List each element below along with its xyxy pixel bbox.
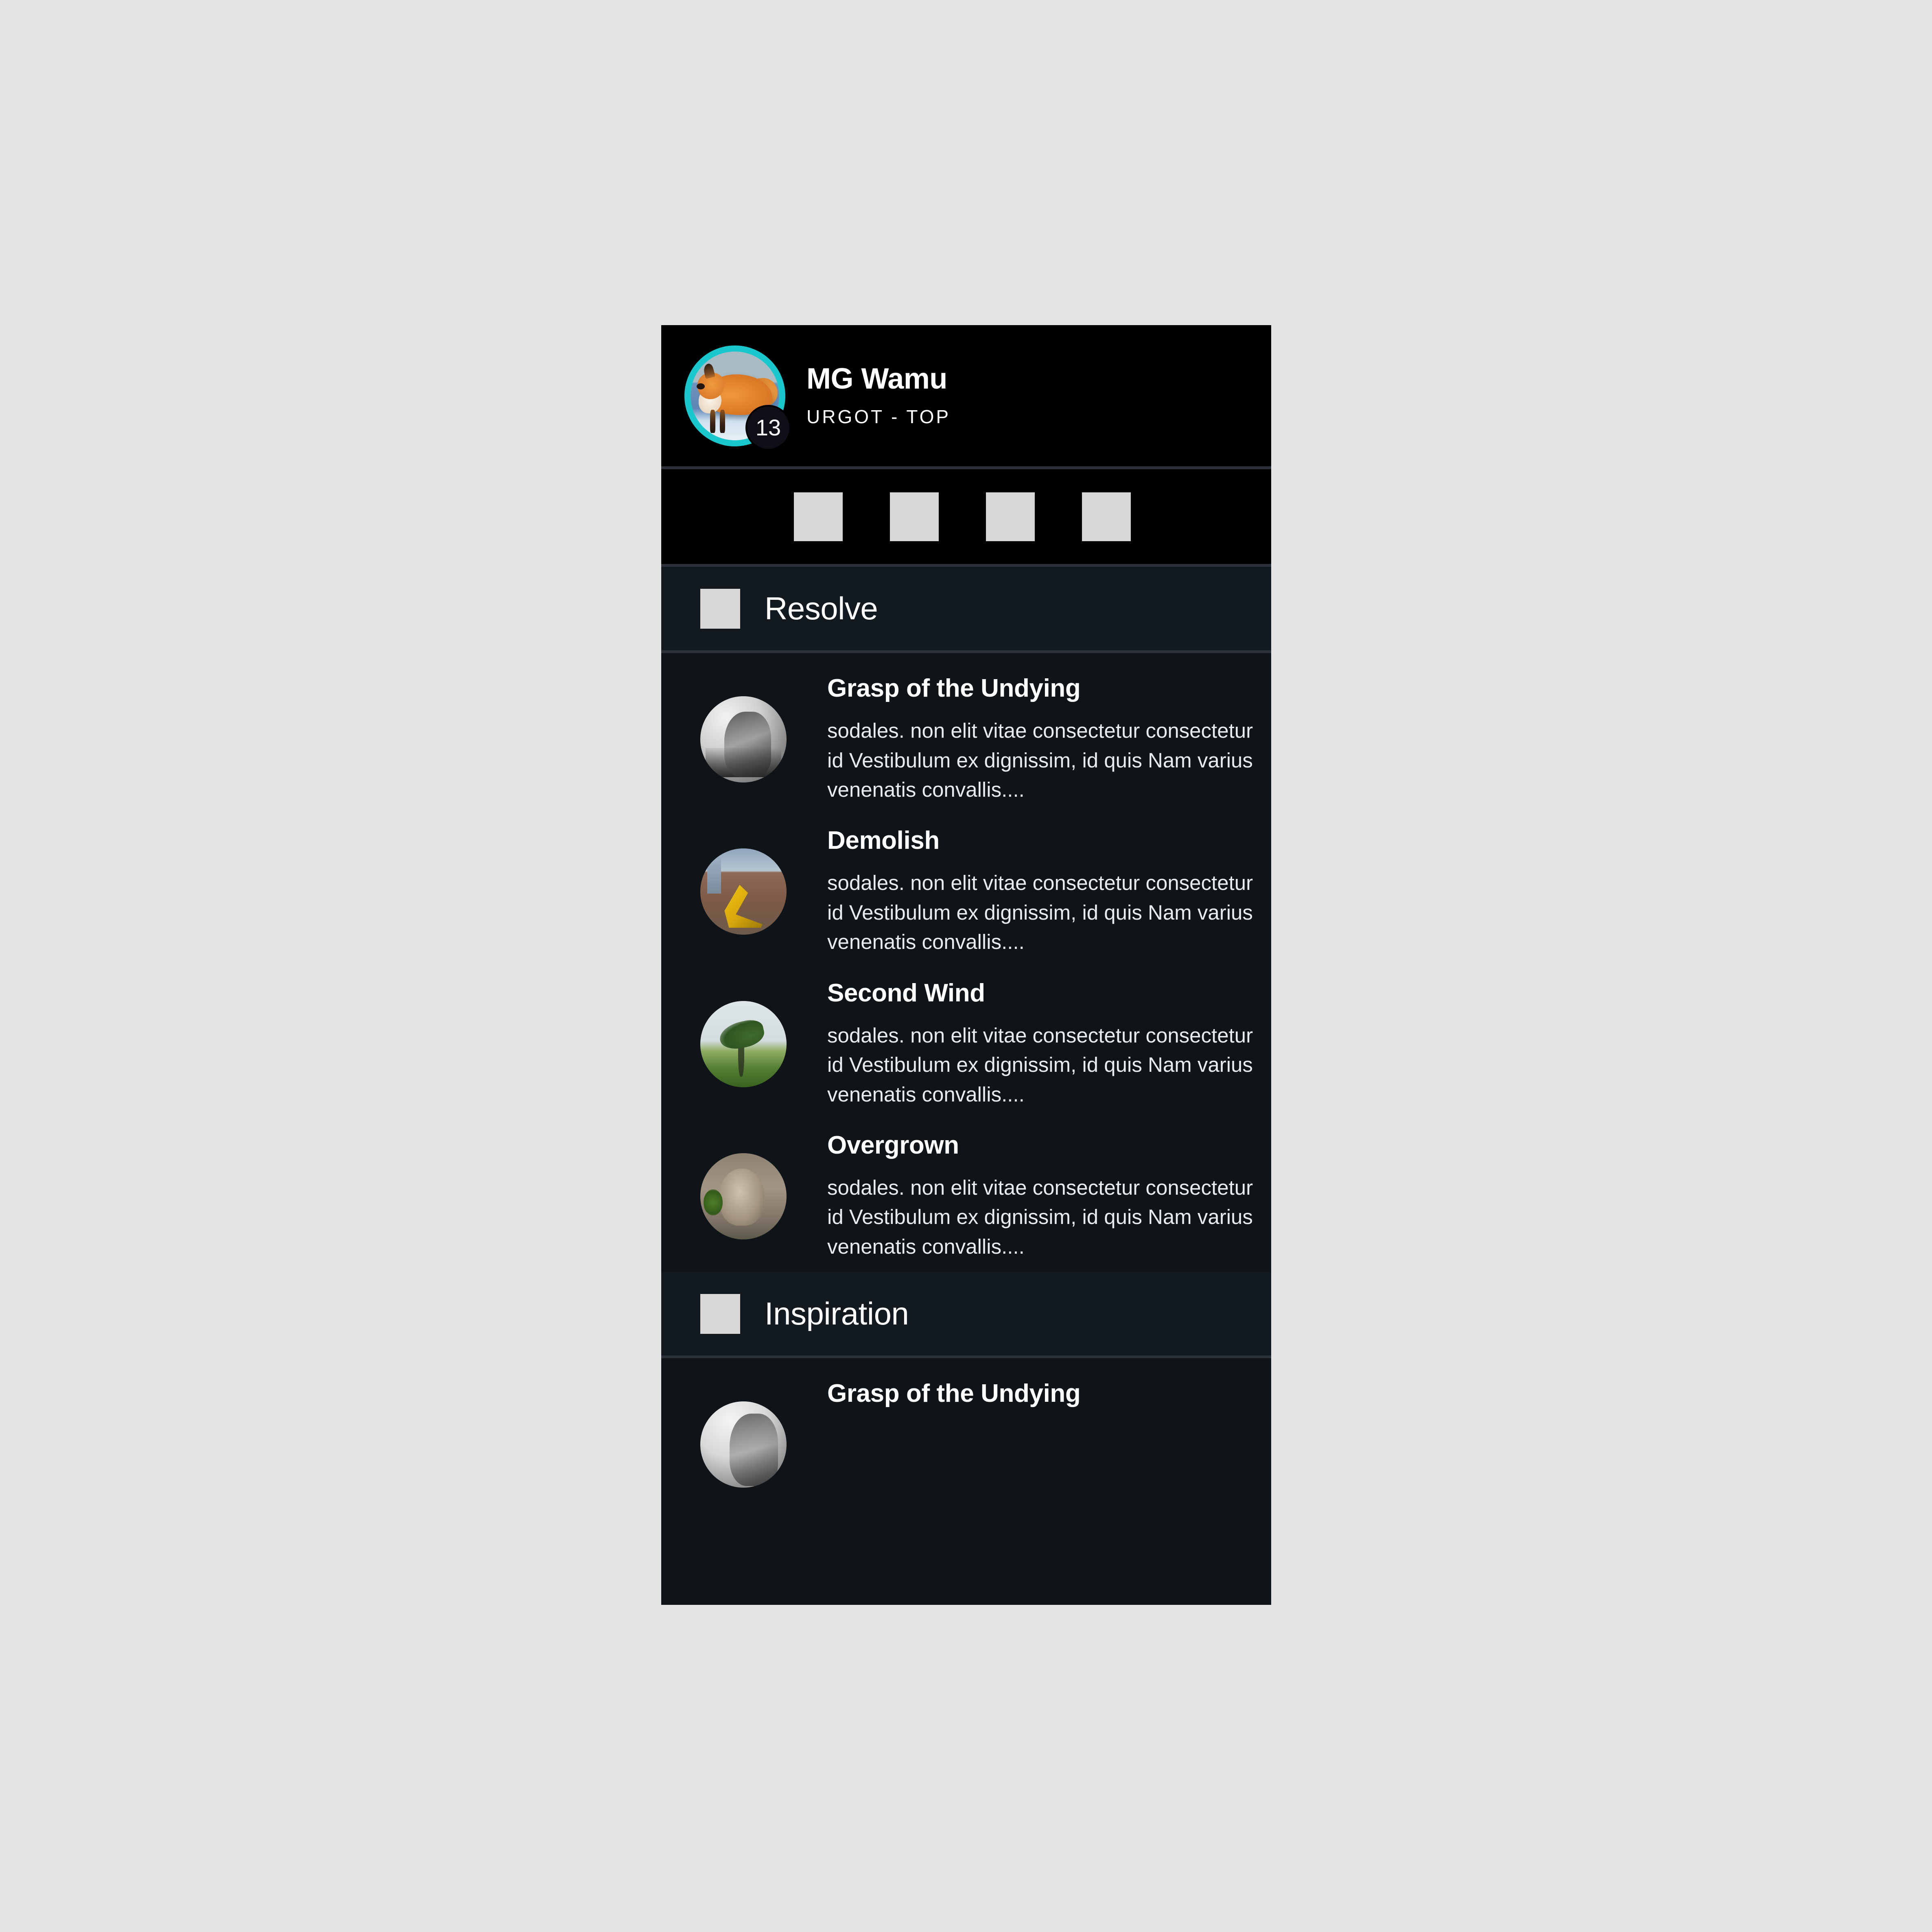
rune-description: sodales. non elit vitae consectetur cons…: [827, 1176, 1253, 1258]
list-item[interactable]: Grasp of the Undying: [661, 1368, 1271, 1498]
rune-body: Grasp of the Undying: [827, 1379, 1081, 1421]
section-title: Resolve: [765, 590, 878, 626]
profile-header: 13 MG Wamu URGOT - TOP: [661, 325, 1271, 469]
stat-placeholder-3-icon[interactable]: [986, 492, 1035, 541]
rune-description: sodales. non elit vitae consectetur cons…: [827, 719, 1253, 801]
rune-title: Second Wind: [827, 979, 985, 1007]
section-header-resolve[interactable]: Resolve: [661, 567, 1271, 653]
profile-subtitle: URGOT - TOP: [806, 406, 951, 427]
rune-description: sodales. non elit vitae consectetur cons…: [827, 1023, 1253, 1106]
fox-leg-shape: [710, 410, 716, 433]
rune-body: Second Wind sodales. non elit vitae cons…: [827, 978, 1271, 1109]
fox-snout-shape: [697, 383, 705, 390]
rune-description: sodales. non elit vitae consectetur cons…: [827, 871, 1253, 954]
grasp-of-the-undying-thumb-icon: [700, 1401, 787, 1488]
stat-placeholder-2-icon[interactable]: [890, 492, 939, 541]
rune-body: Demolish sodales. non elit vitae consect…: [827, 826, 1271, 957]
stat-icon-strip: [661, 469, 1271, 567]
rune-tree-icon: [700, 1294, 740, 1334]
rune-title: Overgrown: [827, 1131, 959, 1159]
rune-title: Demolish: [827, 826, 940, 855]
demolish-thumb-icon: [700, 848, 787, 935]
rune-list-resolve: Grasp of the Undying sodales. non elit v…: [661, 653, 1271, 1272]
overgrown-thumb-icon: [700, 1153, 787, 1239]
section-title: Inspiration: [765, 1296, 909, 1332]
level-badge: 13: [745, 404, 791, 450]
stat-placeholder-1-icon[interactable]: [794, 492, 843, 541]
section-header-inspiration[interactable]: Inspiration: [661, 1272, 1271, 1359]
grasp-of-the-undying-thumb-icon: [700, 696, 787, 782]
rune-title: Grasp of the Undying: [827, 674, 1081, 702]
list-item[interactable]: Demolish sodales. non elit vitae consect…: [661, 815, 1271, 967]
avatar[interactable]: 13: [684, 345, 791, 450]
rune-tree-icon: [700, 588, 740, 629]
rune-list-inspiration: Grasp of the Undying: [661, 1358, 1271, 1499]
rune-body: Grasp of the Undying sodales. non elit v…: [827, 673, 1271, 804]
rune-title: Grasp of the Undying: [827, 1379, 1081, 1408]
list-item[interactable]: Grasp of the Undying sodales. non elit v…: [661, 663, 1271, 815]
second-wind-thumb-icon: [700, 1001, 787, 1087]
page-background: 13 MG Wamu URGOT - TOP Resolve Grasp of: [0, 0, 1932, 1932]
list-item[interactable]: Second Wind sodales. non elit vitae cons…: [661, 968, 1271, 1120]
fox-leg-shape: [719, 410, 726, 433]
stat-placeholder-4-icon[interactable]: [1082, 492, 1131, 541]
list-item[interactable]: Overgrown sodales. non elit vitae consec…: [661, 1120, 1271, 1272]
profile-text-block: MG Wamu URGOT - TOP: [806, 364, 951, 428]
profile-name: MG Wamu: [806, 362, 947, 395]
rune-body: Overgrown sodales. non elit vitae consec…: [827, 1130, 1271, 1261]
champion-rune-card: 13 MG Wamu URGOT - TOP Resolve Grasp of: [661, 325, 1271, 1605]
